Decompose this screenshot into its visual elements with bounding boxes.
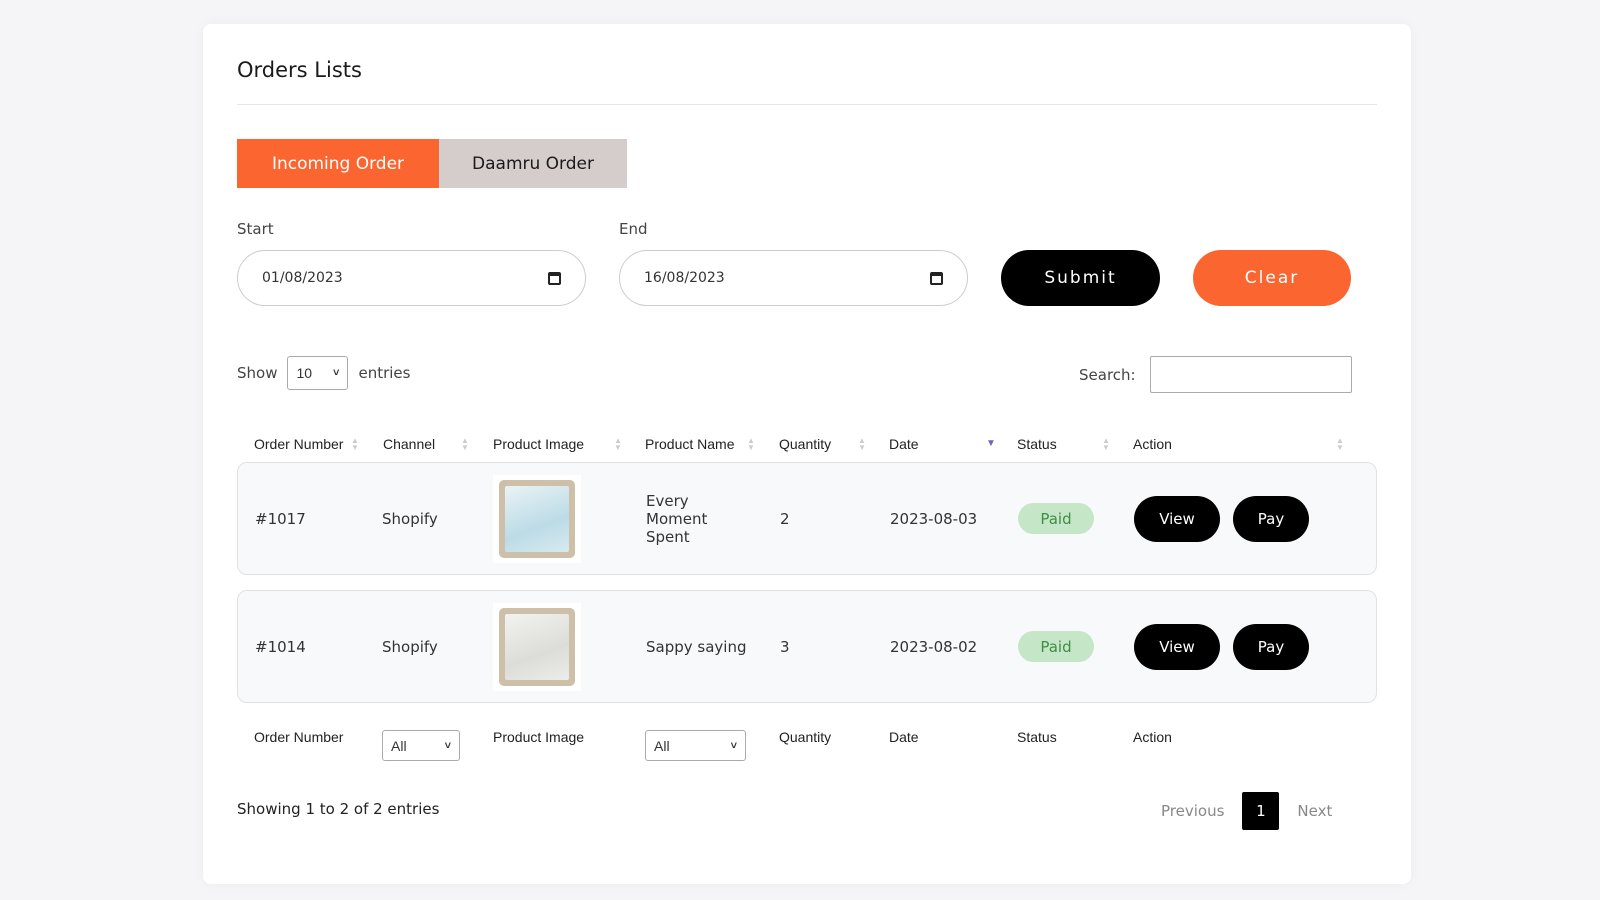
footer-action: Action: [1133, 729, 1172, 745]
footer-date: Date: [889, 729, 919, 745]
tab-daamru-order[interactable]: Daamru Order: [439, 139, 627, 188]
channel-filter-value: All: [391, 737, 407, 754]
table-row: #1017 Shopify Every Moment Spent 2 2023-…: [237, 462, 1377, 575]
order-date: 2023-08-03: [890, 509, 978, 528]
search-area: Search:: [1079, 356, 1352, 393]
end-label: End: [619, 220, 648, 238]
entries-length: Show 10 ˅ entries: [237, 356, 410, 390]
product-name: Sappy saying: [646, 637, 747, 656]
page-1-button[interactable]: 1: [1242, 792, 1280, 830]
column-header-channel[interactable]: Channel: [383, 424, 435, 464]
start-date-value: 01/08/2023: [262, 270, 343, 286]
status-badge: Paid: [1018, 503, 1094, 534]
show-label: Show: [237, 364, 278, 382]
chevron-down-icon: ˅: [333, 367, 340, 379]
entries-select[interactable]: 10 ˅: [287, 356, 349, 390]
footer-quantity: Quantity: [779, 729, 832, 745]
end-date-input[interactable]: 16/08/2023: [619, 250, 968, 306]
order-tabs: Incoming Order Daamru Order: [237, 139, 627, 188]
column-header-order-number[interactable]: Order Number: [254, 424, 343, 464]
footer-product-image: Product Image: [493, 729, 585, 745]
previous-page-link[interactable]: Previous: [1161, 802, 1224, 820]
entries-select-value: 10: [296, 365, 313, 381]
sort-icon[interactable]: ▲ ▼: [461, 437, 469, 452]
order-number: #1014: [255, 637, 306, 656]
tab-incoming-order[interactable]: Incoming Order: [237, 139, 439, 188]
sort-icon[interactable]: ▲ ▼: [1336, 437, 1344, 452]
pagination: Previous 1 Next: [1161, 792, 1332, 830]
table-row: #1014 Shopify Sappy saying 3 2023-08-02 …: [237, 590, 1377, 703]
status-cell: Paid: [1018, 463, 1094, 574]
column-header-action[interactable]: Action: [1133, 424, 1172, 464]
table-header: Order Number ▲ ▼ Channel ▲ ▼ Product Image…: [237, 424, 1377, 464]
chevron-down-icon: ˅: [730, 739, 737, 752]
column-header-product-image[interactable]: Product Image: [493, 424, 584, 464]
channel: Shopify: [382, 637, 438, 656]
start-label: Start: [237, 220, 274, 238]
entries-label: entries: [358, 364, 411, 382]
product-name-filter-select[interactable]: All ˅: [645, 730, 746, 761]
quantity: 2: [780, 509, 790, 528]
calendar-icon[interactable]: [930, 271, 943, 285]
start-date-input[interactable]: 01/08/2023: [237, 250, 586, 306]
search-input[interactable]: [1149, 356, 1352, 393]
orders-card: Orders Lists Incoming Order Daamru Order…: [203, 24, 1411, 884]
column-header-date[interactable]: Date: [889, 424, 919, 464]
end-date-value: 16/08/2023: [644, 270, 725, 286]
view-button[interactable]: View: [1134, 624, 1220, 670]
order-date: 2023-08-02: [890, 637, 978, 656]
channel: Shopify: [382, 509, 438, 528]
pay-button[interactable]: Pay: [1233, 496, 1309, 542]
clear-button[interactable]: Clear: [1193, 250, 1351, 306]
table-info: Showing 1 to 2 of 2 entries: [237, 800, 440, 818]
pay-button[interactable]: Pay: [1233, 624, 1309, 670]
product-name: Every Moment Spent: [646, 491, 708, 546]
column-header-quantity[interactable]: Quantity: [779, 424, 831, 464]
sort-icon[interactable]: ▲ ▼: [747, 437, 755, 452]
divider: [237, 104, 1377, 105]
submit-button[interactable]: Submit: [1001, 250, 1160, 306]
calendar-icon[interactable]: [548, 271, 561, 285]
column-header-status[interactable]: Status: [1017, 424, 1057, 464]
product-image: [493, 603, 581, 691]
page-title: Orders Lists: [237, 58, 362, 82]
footer-status: Status: [1017, 729, 1057, 745]
sort-icon[interactable]: ▲ ▼: [351, 437, 359, 452]
status-cell: Paid: [1018, 591, 1094, 702]
order-number: #1017: [255, 509, 306, 528]
sort-icon[interactable]: ▲ ▼: [858, 437, 866, 452]
sort-icon[interactable]: ▲ ▼: [614, 437, 622, 452]
sort-icon[interactable]: ▲ ▼: [1102, 437, 1110, 452]
quantity: 3: [780, 637, 790, 656]
view-button[interactable]: View: [1134, 496, 1220, 542]
footer-order-number: Order Number: [254, 729, 344, 745]
chevron-down-icon: ˅: [444, 739, 451, 752]
column-header-product-name[interactable]: Product Name: [645, 424, 734, 464]
search-label: Search:: [1079, 365, 1136, 384]
next-page-link[interactable]: Next: [1297, 802, 1332, 820]
status-badge: Paid: [1018, 631, 1094, 662]
table-footer: Order Number All ˅ Product Image All ˅ Q…: [237, 729, 1377, 784]
sort-desc-icon[interactable]: ▼: [986, 438, 996, 449]
product-image: [493, 475, 581, 563]
product-name-filter-value: All: [654, 737, 670, 754]
channel-filter-select[interactable]: All ˅: [382, 730, 460, 761]
